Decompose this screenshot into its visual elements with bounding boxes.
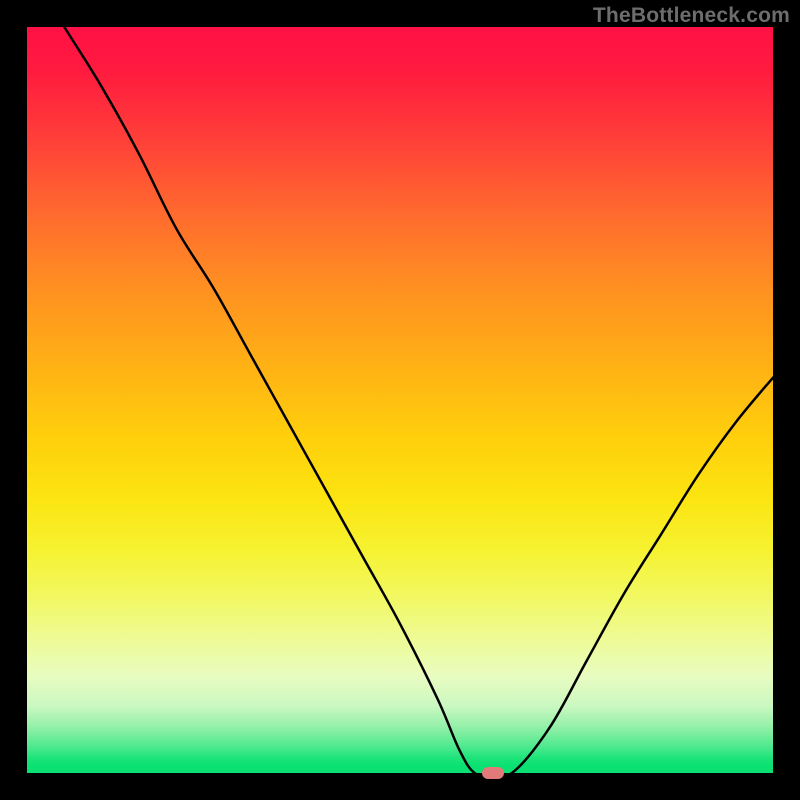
plot-area [27, 27, 773, 773]
curve-svg [27, 27, 773, 773]
optimal-marker [482, 767, 504, 779]
watermark-text: TheBottleneck.com [593, 4, 790, 28]
chart-stage: TheBottleneck.com [0, 0, 800, 800]
bottleneck-curve [27, 27, 773, 773]
